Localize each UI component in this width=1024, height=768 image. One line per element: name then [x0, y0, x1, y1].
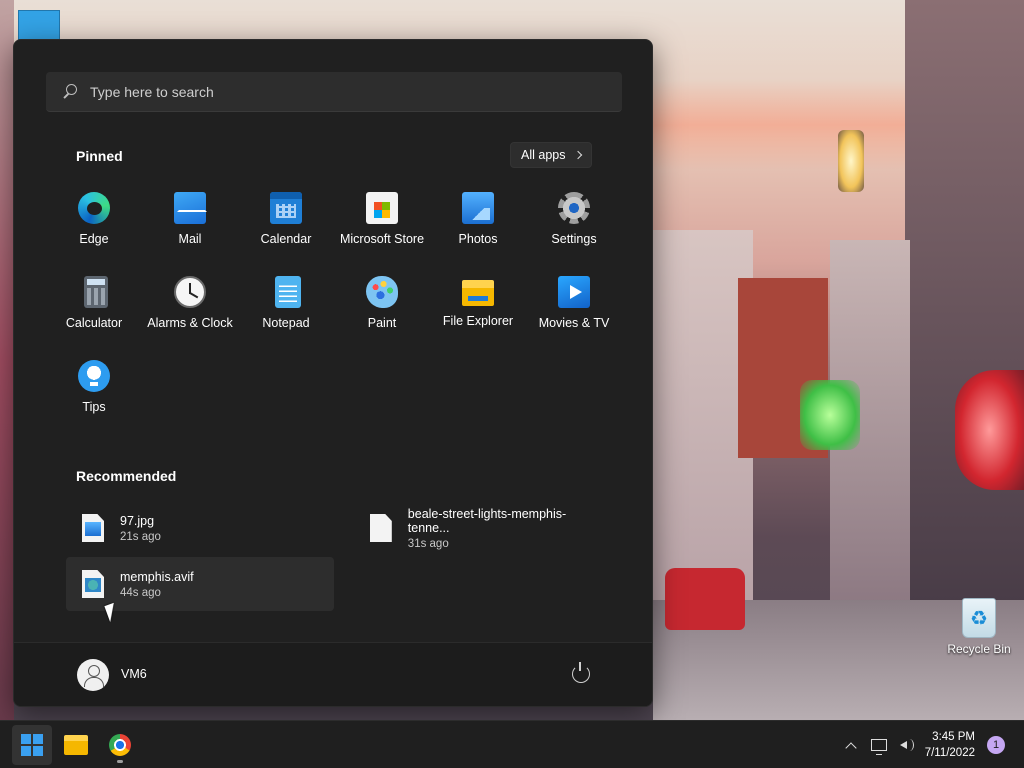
tips-icon [78, 360, 110, 392]
calculator-icon [84, 276, 108, 308]
wallpaper-neon-sign [955, 370, 1024, 490]
notification-badge[interactable]: 1 [987, 736, 1005, 754]
image-file-icon [82, 514, 104, 542]
wallpaper-neon-sign [800, 380, 860, 450]
pinned-app-settings[interactable]: Settings [526, 188, 622, 272]
recommended-item-time: 21s ago [120, 530, 161, 543]
pinned-app-mail[interactable]: Mail [142, 188, 238, 272]
folder-icon [64, 735, 88, 755]
user-name[interactable]: VM6 [121, 667, 147, 681]
recommended-item-time: 31s ago [407, 537, 449, 550]
app-label: Photos [458, 232, 498, 246]
power-icon[interactable] [572, 662, 590, 683]
pinned-app-tips[interactable]: Tips [46, 356, 142, 440]
app-label: Calendar [260, 232, 312, 246]
wallpaper-street-lamp [838, 130, 864, 192]
app-label: Settings [551, 232, 597, 246]
app-label: File Explorer [442, 314, 514, 328]
pinned-apps-grid: Edge Mail Calendar Microsoft Store Photo… [46, 188, 622, 440]
clock-date: 7/11/2022 [924, 747, 975, 759]
recycle-bin[interactable]: ♻ Recycle Bin [946, 598, 1012, 656]
search-input[interactable] [90, 83, 590, 100]
desktop-icon[interactable] [18, 10, 60, 40]
app-label: Alarms & Clock [147, 316, 233, 330]
pinned-app-photos[interactable]: Photos [430, 188, 526, 272]
pinned-title: Pinned [76, 148, 123, 164]
folder-icon [462, 280, 494, 306]
recommended-item-name: beale-street-lights-memphis-tenne... [407, 506, 567, 535]
pinned-app-microsoft-store[interactable]: Microsoft Store [334, 188, 430, 272]
start-button[interactable] [12, 725, 52, 765]
recommended-item[interactable]: 97.jpg 21s ago [66, 501, 334, 555]
clock-time: 3:45 PM [932, 731, 975, 743]
pinned-app-calculator[interactable]: Calculator [46, 272, 142, 356]
chevron-up-icon[interactable] [845, 742, 857, 754]
paint-icon [366, 276, 398, 308]
avatar[interactable] [77, 659, 109, 691]
recycle-bin-label: Recycle Bin [947, 642, 1011, 656]
app-label: Mail [178, 232, 202, 246]
pinned-app-movies-tv[interactable]: Movies & TV [526, 272, 622, 356]
pinned-app-notepad[interactable]: Notepad [238, 272, 334, 356]
app-label: Paint [367, 316, 397, 330]
recommended-item-name: 97.jpg [120, 513, 155, 528]
wallpaper-building [905, 0, 1024, 700]
app-label: Edge [79, 232, 109, 246]
clock[interactable]: 3:45 PM 7/11/2022 [925, 729, 975, 761]
recommended-item[interactable]: memphis.avif 44s ago [66, 557, 334, 611]
recycle-bin-icon: ♻ [962, 598, 996, 638]
movies-icon [558, 276, 590, 308]
network-icon[interactable] [870, 739, 887, 755]
chevron-right-icon [574, 150, 583, 160]
chrome-icon [109, 734, 131, 756]
edge-icon [78, 192, 110, 224]
volume-icon[interactable] [897, 738, 914, 752]
pinned-app-edge[interactable]: Edge [46, 188, 142, 272]
pinned-app-alarms-clock[interactable]: Alarms & Clock [142, 272, 238, 356]
store-icon [366, 192, 398, 224]
app-label: Tips [82, 400, 106, 414]
app-label: Notepad [262, 316, 310, 330]
calendar-icon [270, 192, 302, 224]
taskbar-chrome[interactable] [100, 725, 140, 765]
all-apps-label: All apps [521, 148, 566, 162]
app-label: Movies & TV [538, 316, 610, 330]
app-label: Microsoft Store [339, 232, 425, 246]
mail-icon [174, 192, 206, 224]
clock-icon [174, 276, 206, 308]
all-apps-button[interactable]: All apps [510, 142, 593, 168]
windows-logo-icon [21, 734, 43, 756]
recommended-item-name: memphis.avif [120, 569, 194, 584]
recommended-title: Recommended [76, 468, 177, 484]
pinned-app-file-explorer[interactable]: File Explorer [430, 272, 526, 356]
recommended-item[interactable]: beale-street-lights-memphis-tenne... 31s… [354, 501, 622, 555]
photos-icon [462, 192, 494, 224]
search-box[interactable] [46, 72, 622, 112]
file-icon [370, 514, 392, 542]
system-tray: 3:45 PM 7/11/2022 1 [845, 721, 1024, 768]
notepad-icon [274, 276, 301, 308]
taskbar-file-explorer[interactable] [56, 725, 96, 765]
start-menu-footer: VM6 [14, 642, 652, 706]
wallpaper-edge [0, 0, 14, 720]
settings-icon [558, 192, 590, 224]
taskbar: 3:45 PM 7/11/2022 1 [0, 720, 1024, 768]
recommended-item-time: 44s ago [120, 586, 161, 599]
wallpaper-car [665, 568, 745, 630]
avif-file-icon [82, 570, 104, 598]
search-icon [62, 83, 78, 100]
app-label: Calculator [65, 316, 123, 330]
running-indicator [117, 760, 123, 763]
pinned-app-paint[interactable]: Paint [334, 272, 430, 356]
pinned-app-calendar[interactable]: Calendar [238, 188, 334, 272]
